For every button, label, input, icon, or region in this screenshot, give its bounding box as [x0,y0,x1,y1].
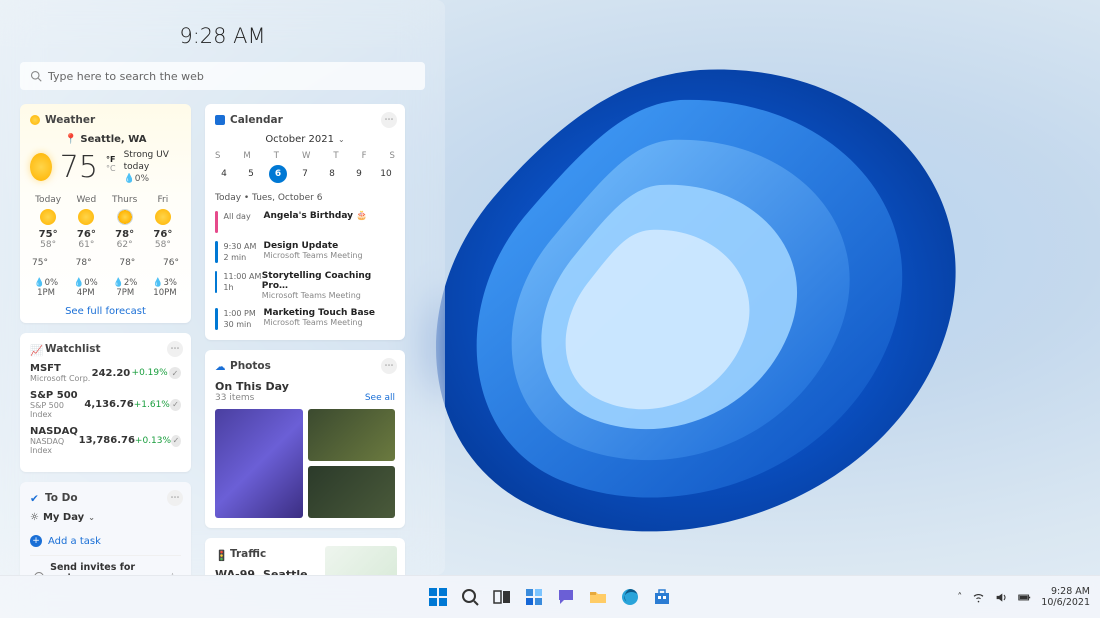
photos-heading: On This Day [215,380,395,393]
weather-icon [30,115,40,125]
weather-card[interactable]: Weather 📍 Seattle, WA 75 °F°C Strong UV … [20,104,191,323]
edge-button[interactable] [617,584,643,610]
chevron-down-icon: ⌄ [88,513,95,522]
search-button[interactable] [457,584,483,610]
traffic-card[interactable]: 🚦Traffic WA-99, Seattle Moderate traffic [205,538,405,575]
chevron-down-icon: ⌄ [338,135,345,144]
photo-thumb[interactable] [215,409,303,518]
watchlist-card[interactable]: 📈 Watchlist ⋯ MSFTMicrosoft Corp. 242.20 … [20,333,191,472]
todo-task-row[interactable]: Send invites for reviewQuarterly plannin… [30,555,181,575]
weather-title: Weather [45,114,95,126]
wallpaper-bloom [380,40,1020,580]
taskbar-center [425,584,675,610]
check-icon[interactable]: ✓ [171,435,181,447]
tray-chevron-icon[interactable]: ˄ [957,592,962,603]
panel-clock: 9:28 AM [20,24,425,48]
chat-button[interactable] [553,584,579,610]
search-placeholder: Type here to search the web [48,70,204,83]
weather-uv: Strong UV today💧0% [124,149,181,185]
todo-add-task[interactable]: +Add a task [30,531,181,551]
sun-icon [30,153,52,181]
volume-icon[interactable] [995,591,1008,604]
explorer-button[interactable] [585,584,611,610]
weather-location: 📍 Seattle, WA [30,134,181,145]
taskbar: ˄ 9:28 AM10/6/2021 [0,575,1100,618]
weather-forecast-days: Today75°58° Wed76°61° Thurs78°62° Fri76°… [30,195,181,250]
calendar-days-row[interactable]: 4 5 6 7 8 9 10 [215,165,395,183]
photos-seeall-link[interactable]: See all [365,393,395,403]
weather-hourly-temps: 75° 78° 78° 76° [30,258,181,268]
calendar-weekday-row: SMTWTFS [215,151,395,161]
stock-row[interactable]: NASDAQNASDAQ Index 13,786.76 +0.13% ✓ [30,426,181,455]
tray-clock[interactable]: 9:28 AM10/6/2021 [1041,586,1090,608]
traffic-map-thumb [325,546,397,575]
wifi-icon[interactable] [972,591,985,604]
stock-row[interactable]: MSFTMicrosoft Corp. 242.20 +0.19% ✓ [30,363,181,383]
todo-more-icon[interactable]: ⋯ [167,490,183,506]
todo-card[interactable]: ✔ To Do ⋯ ☼My Day⌄ +Add a task Send invit… [20,482,191,575]
traffic-icon: 🚦 [215,549,225,559]
search-input[interactable]: Type here to search the web [20,62,425,90]
weather-units[interactable]: °F°C [106,155,116,173]
calendar-today-label: Today • Tues, October 6 [215,193,395,203]
start-button[interactable] [425,584,451,610]
check-icon[interactable]: ✓ [170,399,181,411]
todo-title: To Do [45,492,78,504]
calendar-icon [215,115,225,125]
todo-myday[interactable]: ☼My Day⌄ [30,512,181,523]
battery-icon[interactable] [1018,591,1031,604]
photos-more-icon[interactable]: ⋯ [381,358,397,374]
weather-forecast-link[interactable]: See full forecast [30,306,181,317]
search-icon [30,70,42,82]
photo-thumb[interactable] [308,409,396,461]
watchlist-icon: 📈 [30,344,40,354]
calendar-event[interactable]: 9:30 AM2 minDesign UpdateMicrosoft Teams… [215,241,395,263]
calendar-more-icon[interactable]: ⋯ [381,112,397,128]
system-tray[interactable]: ˄ 9:28 AM10/6/2021 [957,586,1090,608]
calendar-event[interactable]: 1:00 PM30 minMarketing Touch BaseMicroso… [215,308,395,330]
calendar-title: Calendar [230,114,283,126]
weather-temp: 75 [60,150,98,185]
photos-count: 33 items [215,393,254,403]
sun-outline-icon: ☼ [30,512,39,523]
calendar-event[interactable]: 11:00 AM1hStorytelling Coaching Pro…Micr… [215,271,395,300]
traffic-title: Traffic [230,548,266,560]
widgets-panel: 9:28 AM Type here to search the web Weat… [0,0,445,575]
stock-row[interactable]: S&P 500S&P 500 Index 4,136.76 +1.61% ✓ [30,390,181,419]
todo-icon: ✔ [30,493,40,503]
watchlist-more-icon[interactable]: ⋯ [167,341,183,357]
plus-icon: + [30,535,42,547]
photos-title: Photos [230,360,271,372]
check-icon[interactable]: ✓ [169,367,181,379]
photos-card[interactable]: ☁ Photos ⋯ On This Day 33 items See all [205,350,405,528]
watchlist-title: Watchlist [45,343,100,355]
photos-icon: ☁ [215,361,225,371]
store-button[interactable] [649,584,675,610]
widgets-button[interactable] [521,584,547,610]
taskview-button[interactable] [489,584,515,610]
calendar-card[interactable]: Calendar ⋯ October 2021⌄ SMTWTFS 4 5 6 7… [205,104,405,340]
calendar-month-selector[interactable]: October 2021⌄ [215,134,395,145]
photos-grid [215,409,395,518]
photo-thumb[interactable] [308,466,396,518]
calendar-event[interactable]: All dayAngela's Birthday 🎂 [215,211,395,233]
weather-hourly-precip: 💧0%1PM 💧0%4PM 💧2%7PM 💧3%10PM [30,278,181,298]
